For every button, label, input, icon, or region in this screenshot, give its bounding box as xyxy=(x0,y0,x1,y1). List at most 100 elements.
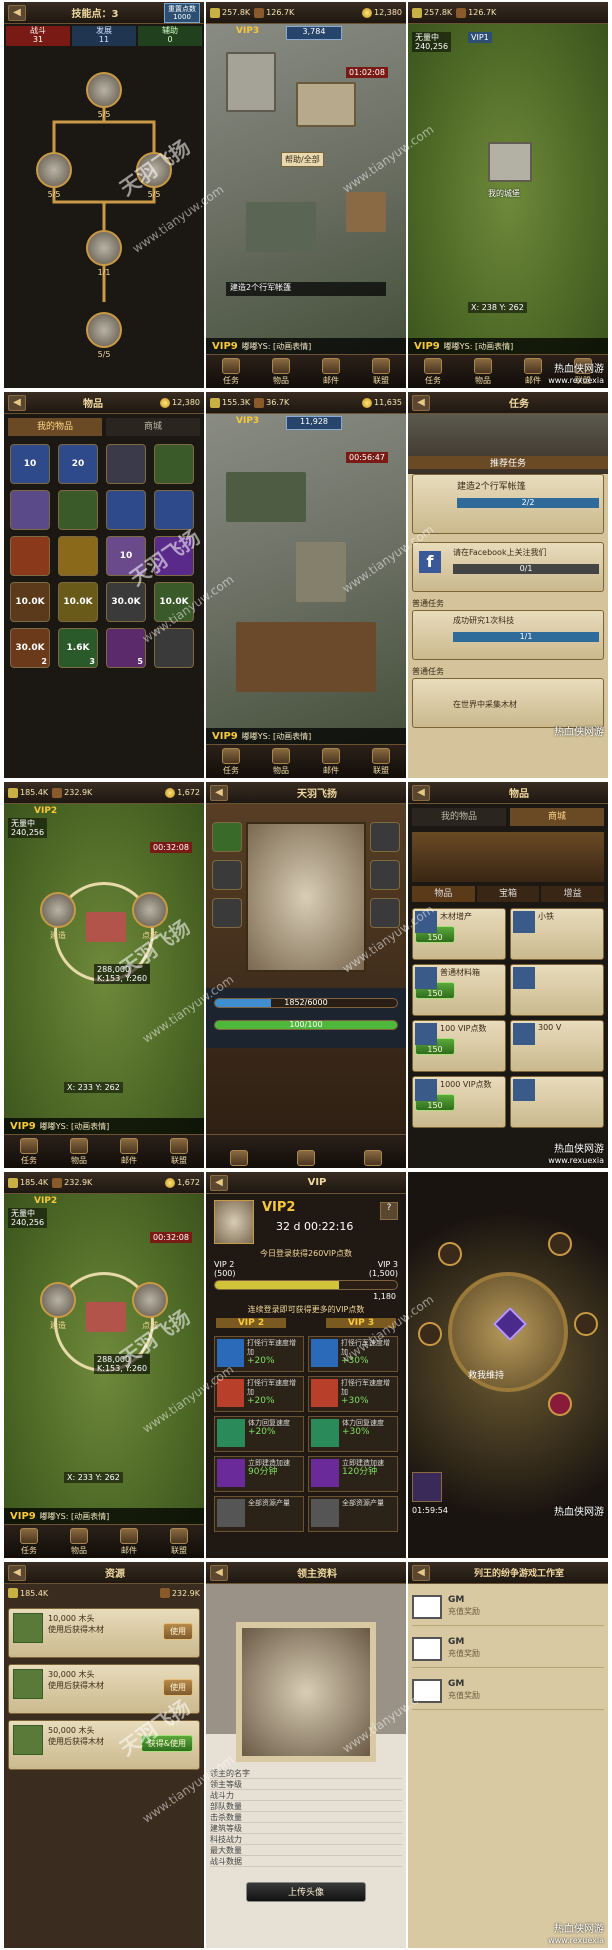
vip-badge[interactable]: VIP3 xyxy=(236,416,259,426)
subtab-items[interactable]: 物品 xyxy=(412,886,475,902)
main-hall[interactable] xyxy=(296,82,356,127)
item-slot[interactable] xyxy=(106,444,146,484)
coordinates[interactable]: X: 233 Y: 262 xyxy=(64,1082,123,1093)
use-button[interactable]: 使用 xyxy=(163,1679,193,1696)
nav-alliance[interactable]: 联盟 xyxy=(170,1138,188,1166)
facebook-task[interactable]: f 请在Facebook上关注我们 0/1 xyxy=(412,542,604,592)
back-button[interactable]: ◀ xyxy=(412,394,430,411)
subtab-boosts[interactable]: 增益 xyxy=(541,886,605,902)
talent-node-attack[interactable] xyxy=(36,152,72,188)
my-castle[interactable] xyxy=(488,142,532,182)
back-button[interactable]: ◀ xyxy=(8,1564,26,1581)
item-slot[interactable] xyxy=(10,490,50,530)
nav-items[interactable]: 物品 xyxy=(272,748,290,776)
item-slot[interactable] xyxy=(154,536,194,576)
castle-tower[interactable] xyxy=(226,52,276,112)
recommended-task[interactable]: 建造2个行军帐篷 2/2 xyxy=(412,474,604,534)
item-slot[interactable] xyxy=(154,628,194,668)
item-slot[interactable] xyxy=(106,490,146,530)
mail-item[interactable]: GM 充值奖励 xyxy=(412,1672,604,1710)
shop-item[interactable] xyxy=(510,964,604,1016)
radial-option[interactable] xyxy=(418,1322,442,1346)
nav-mail[interactable]: 邮件 xyxy=(120,1528,138,1556)
nav-items[interactable]: 物品 xyxy=(70,1528,88,1556)
nav-items[interactable]: 物品 xyxy=(272,358,290,386)
nav-tasks[interactable]: 任务 xyxy=(222,748,240,776)
nav-mail[interactable]: 邮件 xyxy=(524,358,542,386)
barracks-row[interactable] xyxy=(236,622,376,692)
upload-avatar-button[interactable]: 上传头像 xyxy=(246,1882,366,1902)
talent-node-eagle[interactable] xyxy=(86,72,122,108)
gold-count[interactable]: 12,380 xyxy=(362,7,402,18)
item-slot[interactable]: 20 xyxy=(58,444,98,484)
item-slot[interactable] xyxy=(154,444,194,484)
shop-item[interactable]: 300 V xyxy=(510,1020,604,1072)
vip-badge[interactable]: VIP1 xyxy=(468,32,492,43)
item-slot[interactable] xyxy=(58,536,98,576)
item-slot[interactable]: 30.0K 2 xyxy=(10,628,50,668)
build-button[interactable] xyxy=(40,1282,76,1318)
radial-option[interactable] xyxy=(574,1312,598,1336)
mail-item[interactable]: GM 充值奖励 xyxy=(412,1588,604,1626)
chat-bar[interactable]: VIP9 嘟嘟YS: [动画表情] xyxy=(206,338,406,354)
radial-option[interactable] xyxy=(548,1392,572,1416)
item-slot[interactable]: 10 xyxy=(10,444,50,484)
target-building[interactable] xyxy=(86,912,126,942)
item-slot[interactable]: 5 xyxy=(106,628,146,668)
nav-item[interactable] xyxy=(230,1150,249,1166)
player-info[interactable]: 无量中 240,256 xyxy=(412,32,452,52)
item-slot[interactable]: 10 xyxy=(106,536,146,576)
info-button[interactable] xyxy=(132,1282,168,1318)
nav-alliance[interactable]: 联盟 xyxy=(372,748,390,776)
nav-mail[interactable]: 邮件 xyxy=(322,358,340,386)
chat-bar[interactable]: VIP9 嘟嘟YS: [动画表情] xyxy=(408,338,608,354)
item-slot[interactable]: 10.0K xyxy=(154,582,194,622)
tech-task[interactable]: 成功研究1次科技 1/1 xyxy=(412,610,604,660)
item-slot[interactable]: 30.0K xyxy=(106,582,146,622)
equip-slot[interactable] xyxy=(370,822,400,852)
chat-bar[interactable]: VIP9 嘟嘟YS: [动画表情] xyxy=(4,1508,204,1524)
nav-items[interactable]: 物品 xyxy=(70,1138,88,1166)
nav-book[interactable] xyxy=(363,1150,382,1166)
avatar-large[interactable] xyxy=(236,1622,376,1762)
back-button[interactable]: ◀ xyxy=(412,784,430,801)
nav-items[interactable]: 物品 xyxy=(474,358,492,386)
info-button[interactable] xyxy=(132,892,168,928)
vip-badge[interactable]: VIP3 xyxy=(236,26,259,36)
help-badge[interactable]: 帮助/全部 xyxy=(281,152,324,167)
player-info[interactable]: 无量中 240,256 xyxy=(8,1208,48,1228)
shop-item[interactable]: 木材增产 150 xyxy=(412,908,506,960)
mail-item[interactable]: GM 充值奖励 xyxy=(412,1630,604,1668)
vip-badge[interactable]: VIP2 xyxy=(34,1196,57,1206)
shop-item[interactable]: 1000 VIP点数 150 xyxy=(412,1076,506,1128)
nav-tasks[interactable]: 任务 xyxy=(222,358,240,386)
item-slot[interactable] xyxy=(10,536,50,576)
hero-portrait[interactable] xyxy=(246,822,366,972)
nav-item[interactable] xyxy=(296,1150,315,1166)
tab-my-items[interactable]: 我的物品 xyxy=(412,808,506,826)
item-slot[interactable]: 10.0K xyxy=(58,582,98,622)
nav-mail[interactable]: 邮件 xyxy=(322,748,340,776)
nav-tasks[interactable]: 任务 xyxy=(424,358,442,386)
shop-item[interactable]: 普通材料箱 150 xyxy=(412,964,506,1016)
back-button[interactable]: ◀ xyxy=(210,1174,228,1191)
chat-bar[interactable]: VIP9 嘟嘟YS: [动画表情] xyxy=(206,728,406,744)
help-button[interactable]: ? xyxy=(380,1202,398,1220)
collect-task[interactable]: 在世界中采集木材 xyxy=(412,678,604,728)
equip-slot[interactable] xyxy=(370,860,400,890)
chat-bar[interactable]: VIP9 嘟嘟YS: [动画表情] xyxy=(4,1118,204,1134)
tab-shop[interactable]: 商城 xyxy=(510,808,604,826)
talent-node-hp[interactable] xyxy=(136,152,172,188)
nav-tasks[interactable]: 任务 xyxy=(20,1138,38,1166)
tab-my-items[interactable]: 我的物品 xyxy=(8,418,102,436)
equip-slot[interactable] xyxy=(370,898,400,928)
back-button[interactable]: ◀ xyxy=(412,1564,430,1581)
build-button[interactable] xyxy=(40,892,76,928)
equip-slot[interactable] xyxy=(212,860,242,890)
target-building[interactable] xyxy=(86,1302,126,1332)
subtab-chests[interactable]: 宝箱 xyxy=(476,886,540,902)
radial-option[interactable] xyxy=(438,1242,462,1266)
coordinates[interactable]: X: 233 Y: 262 xyxy=(64,1472,123,1483)
tab-shop[interactable]: 商城 xyxy=(106,418,200,436)
chest-icon[interactable] xyxy=(412,1472,442,1502)
